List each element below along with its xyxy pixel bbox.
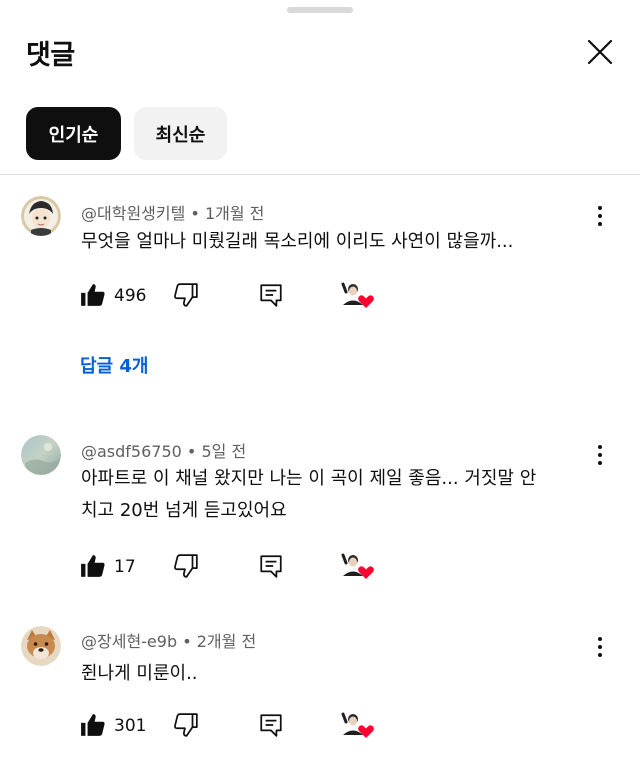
avatar[interactable] xyxy=(21,196,61,236)
anime-avatar-icon xyxy=(21,196,61,236)
comment-author[interactable]: @대학원생키텔 xyxy=(81,204,185,223)
creator-heart-icon xyxy=(341,552,374,579)
thumb-up-icon xyxy=(81,555,105,577)
creator-heart-badge xyxy=(340,708,376,742)
more-options-button[interactable] xyxy=(588,437,612,473)
comment-text-line: 무엇을 얼마나 미뤘길래 목소리에 이리도 사연이 많을까... xyxy=(81,231,514,252)
comment-time: 5일 전 xyxy=(201,442,247,461)
avatar[interactable] xyxy=(21,626,61,666)
sort-chip-popular[interactable]: 인기순 xyxy=(26,107,121,160)
thumb-up-icon xyxy=(81,284,105,306)
comment-author[interactable]: @장세현-e9b xyxy=(81,632,177,651)
more-vert-icon xyxy=(598,445,602,449)
comment-text-line: 아파트로 이 채널 왔지만 나는 이 곡이 제일 좋음... 거짓말 안 xyxy=(81,468,537,489)
comment-text-line: 쥔나게 미룬이.. xyxy=(81,663,198,684)
reply-button[interactable] xyxy=(258,712,286,740)
reply-button[interactable] xyxy=(258,282,286,310)
more-vert-icon xyxy=(598,637,602,641)
dislike-button[interactable] xyxy=(173,553,201,581)
comment-text-line: 치고 20번 넘게 듣고있어요 xyxy=(81,500,287,521)
like-button[interactable] xyxy=(80,712,108,740)
drag-handle[interactable] xyxy=(287,7,353,13)
thumb-down-icon xyxy=(174,283,198,307)
like-button[interactable] xyxy=(80,282,108,310)
avatar[interactable] xyxy=(21,435,61,475)
divider xyxy=(0,174,640,175)
creator-heart-icon xyxy=(341,711,374,738)
thumb-up-icon xyxy=(81,714,105,736)
comment-actions: 301 xyxy=(80,711,400,742)
comment-time: 2개월 전 xyxy=(196,632,257,651)
like-button[interactable] xyxy=(80,553,108,581)
thumb-down-icon xyxy=(174,554,198,578)
comment-actions: 17 xyxy=(80,552,400,583)
page-title: 댓글 xyxy=(26,40,75,71)
more-options-button[interactable] xyxy=(588,198,612,234)
like-count: 17 xyxy=(114,557,136,577)
close-icon xyxy=(587,39,613,65)
comment-meta: @asdf56750 • 5일 전 xyxy=(81,442,247,461)
comment-text: 무엇을 얼마나 미뤘길래 목소리에 이리도 사연이 많을까... xyxy=(81,226,581,258)
creator-heart-badge xyxy=(340,549,376,583)
comment-text: 아파트로 이 채널 왔지만 나는 이 곡이 제일 좋음... 거짓말 안 치고 … xyxy=(81,463,581,527)
more-vert-icon xyxy=(598,206,602,210)
creator-heart-badge xyxy=(340,278,376,312)
comment-meta: @대학원생키텔 • 1개월 전 xyxy=(81,204,265,223)
landscape-avatar-icon xyxy=(21,435,61,475)
comment-actions: 496 xyxy=(80,281,400,312)
dog-avatar-icon xyxy=(21,626,61,666)
close-button[interactable] xyxy=(580,32,620,72)
reply-comment-icon xyxy=(260,555,282,578)
view-replies-link[interactable]: 답글 4개 xyxy=(80,352,148,378)
comment-text: 쥔나게 미룬이.. xyxy=(81,658,581,690)
like-count: 496 xyxy=(114,286,147,306)
reply-comment-icon xyxy=(260,714,282,737)
thumb-down-icon xyxy=(174,713,198,737)
comment-meta: @장세현-e9b • 2개월 전 xyxy=(81,632,257,651)
more-options-button[interactable] xyxy=(588,629,612,665)
creator-heart-icon xyxy=(341,281,374,308)
comment-author[interactable]: @asdf56750 xyxy=(81,442,182,461)
reply-button[interactable] xyxy=(258,553,286,581)
dislike-button[interactable] xyxy=(173,712,201,740)
like-count: 301 xyxy=(114,716,147,736)
reply-comment-icon xyxy=(260,284,282,307)
comment-time: 1개월 전 xyxy=(204,204,265,223)
dislike-button[interactable] xyxy=(173,282,201,310)
sort-chip-newest[interactable]: 최신순 xyxy=(134,107,227,160)
